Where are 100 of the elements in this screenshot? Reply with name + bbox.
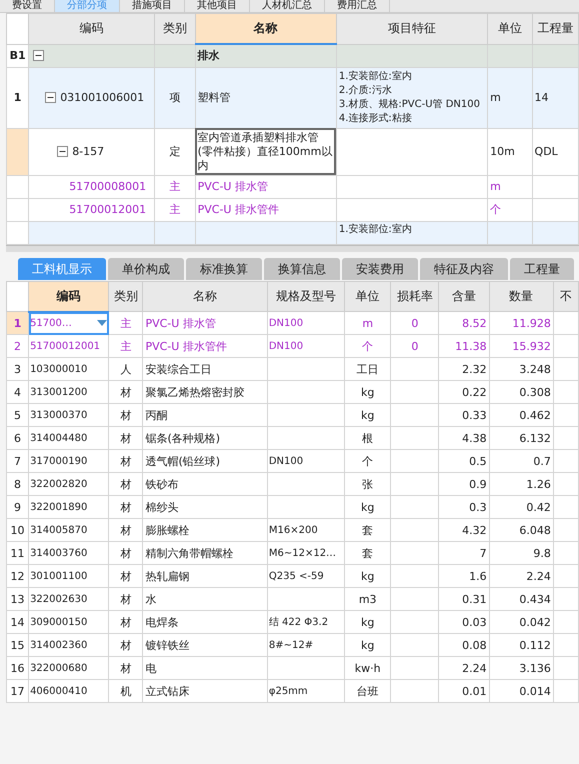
column-header[interactable]: 损耗率 <box>390 281 439 312</box>
name-cell: 排水 <box>198 48 220 62</box>
code-cell: 406000410 <box>30 686 88 696</box>
detail-tab[interactable]: 标准换算 <box>186 258 262 280</box>
unit-cell: kg <box>361 500 374 514</box>
content-cell: 0.31 <box>462 592 487 606</box>
column-header[interactable]: 单位 <box>488 14 532 44</box>
quantity-cell: 9.8 <box>533 546 551 560</box>
column-header[interactable]: 编码 <box>28 281 109 312</box>
code-cell: 51700012001 <box>69 203 146 216</box>
quantity-cell: 0.42 <box>526 500 551 514</box>
name-cell: 锯条(各种规格) <box>145 432 220 444</box>
row-number: 6 <box>14 432 22 444</box>
type-cell: 人 <box>120 362 132 376</box>
code-cell: 51700… <box>30 318 72 329</box>
name-cell: PVC-U 排水管件 <box>198 202 279 216</box>
module-tab[interactable]: 费用汇总 <box>325 0 390 12</box>
column-header[interactable]: 规格及型号 <box>267 281 345 312</box>
collapse-icon[interactable] <box>33 50 44 61</box>
name-cell: 水 <box>145 592 156 606</box>
quantity-cell: 0.434 <box>519 592 551 606</box>
content-cell: 0.08 <box>462 638 487 652</box>
module-tab[interactable]: 人材机汇总 <box>250 0 325 12</box>
spec-cell: DN100 <box>268 456 304 466</box>
column-header[interactable]: 工程量 <box>532 14 578 44</box>
collapse-icon[interactable] <box>45 92 56 103</box>
quantity-cell: 11.928 <box>512 316 551 330</box>
type-cell: 项 <box>169 91 180 104</box>
content-cell: 0.33 <box>462 408 487 422</box>
code-cell: 317000190 <box>30 456 88 466</box>
feature-cell-text: 1.安装部位:室内 <box>338 222 413 236</box>
column-header[interactable]: 项目特征 <box>336 14 488 44</box>
spec-cell: DN100 <box>268 340 304 352</box>
name-cell: 热轧扁钢 <box>145 570 190 582</box>
quantity-cell: 1.26 <box>526 478 551 490</box>
row-number: 11 <box>10 546 25 560</box>
unit-cell: 台班 <box>356 684 379 698</box>
quantity-cell: 0.042 <box>519 616 551 628</box>
detail-tab[interactable]: 特征及内容 <box>420 258 508 280</box>
row-number: 3 <box>14 362 22 376</box>
unit-cell: 工日 <box>356 362 379 376</box>
spec-cell: M16×200 <box>268 524 318 536</box>
unit-cell: 个 <box>490 203 502 216</box>
spec-cell: M6~12×12… <box>268 548 336 558</box>
column-header[interactable]: 不 <box>553 281 578 312</box>
row-number: 17 <box>10 684 25 698</box>
content-cell: 4.38 <box>462 432 487 444</box>
detail-tab[interactable]: 换算信息 <box>264 258 340 280</box>
loss-rate-cell: 0 <box>411 340 418 352</box>
column-header[interactable]: 名称 <box>142 281 268 312</box>
module-tab[interactable]: 其他项目 <box>185 0 250 12</box>
code-cell: 313001200 <box>30 386 88 398</box>
quantity-cell: 15.932 <box>512 340 551 352</box>
quantity-cell: 6.132 <box>519 432 551 444</box>
code-cell: 322001890 <box>30 502 88 512</box>
code-cell: 301001100 <box>30 570 88 582</box>
module-tab[interactable]: 措施项目 <box>120 0 185 12</box>
type-cell: 主 <box>120 340 132 352</box>
name-cell: 电 <box>145 662 156 674</box>
detail-tab[interactable]: 工程量 <box>510 258 574 280</box>
column-header[interactable]: 含量 <box>438 281 490 312</box>
type-cell: 材 <box>120 500 132 514</box>
column-header[interactable]: 名称 <box>195 14 336 44</box>
column-header[interactable]: 单位 <box>344 281 391 312</box>
column-header[interactable]: 类别 <box>154 14 196 44</box>
column-header[interactable]: 编码 <box>28 14 155 44</box>
name-cell: 棉纱头 <box>145 500 178 514</box>
code-cell: 314003760 <box>30 548 88 558</box>
content-cell: 8.52 <box>462 316 487 330</box>
unit-cell: kw·h <box>354 662 381 674</box>
row-number: 14 <box>10 616 25 628</box>
name-cell: 电焊条 <box>145 616 178 628</box>
unit-cell: 个 <box>362 454 374 468</box>
detail-tab[interactable]: 单价构成 <box>108 258 184 280</box>
name-cell: 膨胀螺栓 <box>145 524 190 536</box>
spec-cell: φ25mm <box>268 686 308 696</box>
quantity-cell: 3.248 <box>519 362 551 376</box>
type-cell: 材 <box>120 478 132 490</box>
unit-cell: kg <box>361 408 374 422</box>
row-number: 1 <box>14 91 22 104</box>
detail-tab[interactable]: 安装费用 <box>342 258 418 280</box>
column-header[interactable]: 类别 <box>108 281 143 312</box>
name-cell: 室内管道承插塑料排水管(零件粘接）直径100mm以内 <box>198 130 332 172</box>
row-number: 4 <box>14 386 22 398</box>
code-cell: 51700008001 <box>69 180 146 193</box>
row-number: B1 <box>10 49 26 62</box>
content-cell: 7 <box>480 546 487 560</box>
code-cell: 031001006001 <box>60 91 144 104</box>
content-cell: 0.22 <box>462 386 487 398</box>
name-cell: 铁砂布 <box>145 478 178 490</box>
dropdown-icon[interactable] <box>97 320 108 326</box>
collapse-icon[interactable] <box>57 146 68 157</box>
type-cell: 主 <box>169 180 180 193</box>
unit-cell: kg <box>361 638 374 652</box>
content-cell: 0.03 <box>462 616 487 628</box>
column-header[interactable]: 数量 <box>489 281 554 312</box>
unit-cell: m <box>490 180 501 193</box>
quantity-cell: 0.014 <box>519 684 551 698</box>
row-number: 9 <box>14 500 22 514</box>
quantity-cell: 0.308 <box>519 386 551 398</box>
